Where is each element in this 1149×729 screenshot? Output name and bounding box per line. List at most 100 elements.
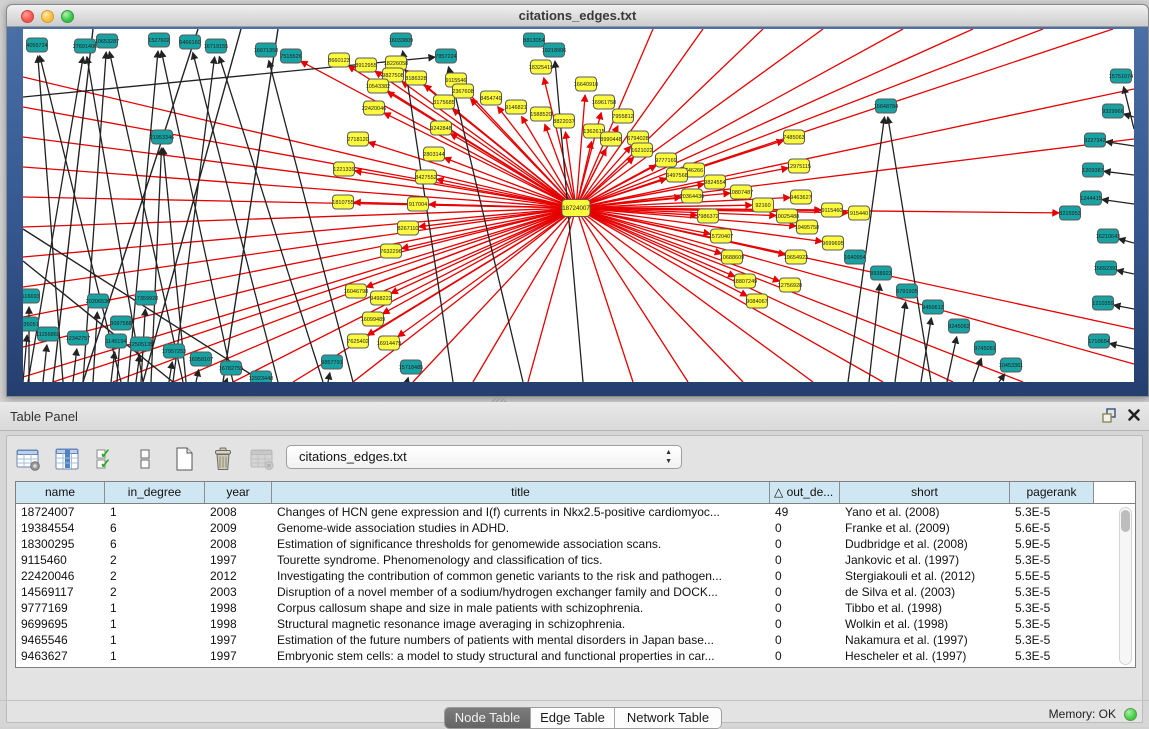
cell-title[interactable]: Corpus callosum shape and size in male p…: [272, 600, 770, 616]
column-header-year[interactable]: year: [205, 482, 272, 503]
graph-node[interactable]: 10543382: [366, 79, 390, 93]
cell-pagerank[interactable]: 5.3E-5: [1010, 616, 1094, 632]
delete-column-icon[interactable]: [208, 444, 238, 474]
cell-short[interactable]: Franke et al. (2009): [840, 520, 1010, 536]
scrollbar-thumb[interactable]: [1121, 510, 1130, 532]
graph-node[interactable]: 9242848: [430, 121, 451, 135]
graph-node[interactable]: 8660123: [328, 53, 349, 67]
cell-out_de[interactable]: 0: [770, 568, 840, 584]
table-panel-titlebar[interactable]: Table Panel: [0, 402, 1149, 431]
cell-name[interactable]: 14569117: [16, 584, 105, 600]
cell-pagerank[interactable]: 5.3E-5: [1010, 552, 1094, 568]
graph-node[interactable]: 10688609: [720, 250, 744, 264]
graph-node[interactable]: 17359928: [134, 291, 158, 305]
column-header-in_degree[interactable]: in_degree: [105, 482, 205, 503]
cell-in_degree[interactable]: 1: [105, 616, 205, 632]
table-row[interactable]: 1872400712008Changes of HCN gene express…: [16, 504, 1135, 520]
graph-node[interactable]: 2516693: [23, 289, 40, 303]
cell-short[interactable]: Nakamura et al. (1997): [840, 632, 1010, 648]
graph-node[interactable]: 1209387: [1082, 163, 1103, 177]
graph-node[interactable]: 1145194: [105, 334, 126, 348]
cell-out_de[interactable]: 0: [770, 584, 840, 600]
cell-year[interactable]: 2008: [205, 536, 272, 552]
column-header-name[interactable]: name: [16, 482, 105, 503]
graph-node[interactable]: 20364436: [680, 189, 704, 203]
graph-node[interactable]: 8215953: [1059, 206, 1080, 220]
graph-node[interactable]: 1621022: [631, 143, 652, 157]
table-row[interactable]: 911546021997Tourette syndrome. Phenomeno…: [16, 552, 1135, 568]
cell-name[interactable]: 18300295: [16, 536, 105, 552]
cell-out_de[interactable]: 0: [770, 632, 840, 648]
graph-node[interactable]: 16719155: [204, 39, 228, 53]
cell-year[interactable]: 2003: [205, 584, 272, 600]
graph-node[interactable]: 9450612: [922, 300, 943, 314]
cell-out_de[interactable]: 0: [770, 552, 840, 568]
table-row[interactable]: 946362711997Embryonic stem cells: a mode…: [16, 648, 1135, 664]
cell-pagerank[interactable]: 5.3E-5: [1010, 600, 1094, 616]
graph-node[interactable]: 16648784: [874, 99, 898, 113]
citation-network-graph[interactable]: 4055724276914061065328715276026466160167…: [23, 29, 1134, 382]
cell-name[interactable]: 9465546: [16, 632, 105, 648]
column-header-pagerank[interactable]: pagerank: [1010, 482, 1094, 503]
cell-in_degree[interactable]: 2: [105, 552, 205, 568]
graph-node[interactable]: 16033809: [389, 33, 413, 47]
table-settings-icon[interactable]: [13, 444, 43, 474]
graph-node[interactable]: 12342757: [66, 331, 90, 345]
graph-node[interactable]: 16640910: [574, 77, 598, 91]
graph-node[interactable]: 16671358: [254, 43, 278, 57]
cell-title[interactable]: Investigating the contribution of common…: [272, 568, 770, 584]
cell-year[interactable]: 1998: [205, 600, 272, 616]
cell-out_de[interactable]: 0: [770, 616, 840, 632]
graph-node[interactable]: 9745061: [974, 341, 995, 355]
graph-node[interactable]: 8990448: [600, 132, 621, 146]
graph-node[interactable]: 17957253: [162, 344, 186, 358]
graph-node[interactable]: 7625402: [347, 334, 368, 348]
graph-node[interactable]: 15718485: [399, 360, 423, 374]
cell-short[interactable]: Dudbridge et al. (2008): [840, 536, 1010, 552]
table-row[interactable]: 1456911722003Disruption of a novel membe…: [16, 584, 1135, 600]
cell-in_degree[interactable]: 6: [105, 520, 205, 536]
graph-node[interactable]: 9463627: [790, 190, 811, 204]
table-row[interactable]: 1830029562008Estimation of significance …: [16, 536, 1135, 552]
cell-pagerank[interactable]: 5.3E-5: [1010, 632, 1094, 648]
cell-pagerank[interactable]: 5.3E-5: [1010, 584, 1094, 600]
graph-node[interactable]: 10453361: [999, 358, 1023, 372]
cell-title[interactable]: Tourette syndrome. Phenomenology and cla…: [272, 552, 770, 568]
graph-node[interactable]: 9097588: [110, 316, 131, 330]
graph-node[interactable]: 92160: [753, 198, 774, 212]
table-row[interactable]: 977716911998Corpus callosum shape and si…: [16, 600, 1135, 616]
graph-node[interactable]: 917004: [408, 197, 429, 211]
select-all-columns-icon[interactable]: ✓✓: [91, 444, 121, 474]
cell-short[interactable]: Wolkin et al. (1998): [840, 616, 1010, 632]
cell-out_de[interactable]: 0: [770, 520, 840, 536]
graph-node[interactable]: 1527602: [148, 33, 169, 47]
cell-short[interactable]: de Silva et al. (2003): [840, 584, 1010, 600]
cell-in_degree[interactable]: 1: [105, 632, 205, 648]
cell-pagerank[interactable]: 5.5E-5: [1010, 568, 1094, 584]
graph-node[interactable]: 7955812: [612, 109, 633, 123]
graph-node[interactable]: 3175685: [433, 95, 454, 109]
cell-in_degree[interactable]: 6: [105, 536, 205, 552]
graph-node[interactable]: 9245062: [948, 319, 969, 333]
cell-title[interactable]: Genome-wide association studies in ADHD.: [272, 520, 770, 536]
row-stack-icon[interactable]: [130, 444, 160, 474]
graph-node[interactable]: 19654923: [784, 250, 808, 264]
graph-node[interactable]: 20206536: [86, 294, 110, 308]
column-header-short[interactable]: short: [840, 482, 1010, 503]
graph-node[interactable]: 2367608: [452, 84, 473, 98]
cell-title[interactable]: Embryonic stem cells: a model to study s…: [272, 648, 770, 664]
cell-pagerank[interactable]: 5.6E-5: [1010, 520, 1094, 536]
cell-out_de[interactable]: 0: [770, 600, 840, 616]
column-header-out_de[interactable]: △ out_de...: [770, 482, 840, 503]
graph-node[interactable]: 9498222: [370, 291, 391, 305]
graph-node[interactable]: 9084067: [746, 294, 767, 308]
cell-in_degree[interactable]: 1: [105, 648, 205, 664]
cell-short[interactable]: Tibbo et al. (1998): [840, 600, 1010, 616]
graph-node[interactable]: 7515526: [280, 49, 301, 63]
graph-node[interactable]: 9857791: [321, 355, 342, 369]
graph-node[interactable]: 2718120: [347, 132, 368, 146]
cell-year[interactable]: 1997: [205, 552, 272, 568]
graph-node[interactable]: 8822037: [553, 114, 574, 128]
cell-title[interactable]: Structural magnetic resonance image aver…: [272, 616, 770, 632]
graph-node[interactable]: 7485063: [783, 130, 804, 144]
